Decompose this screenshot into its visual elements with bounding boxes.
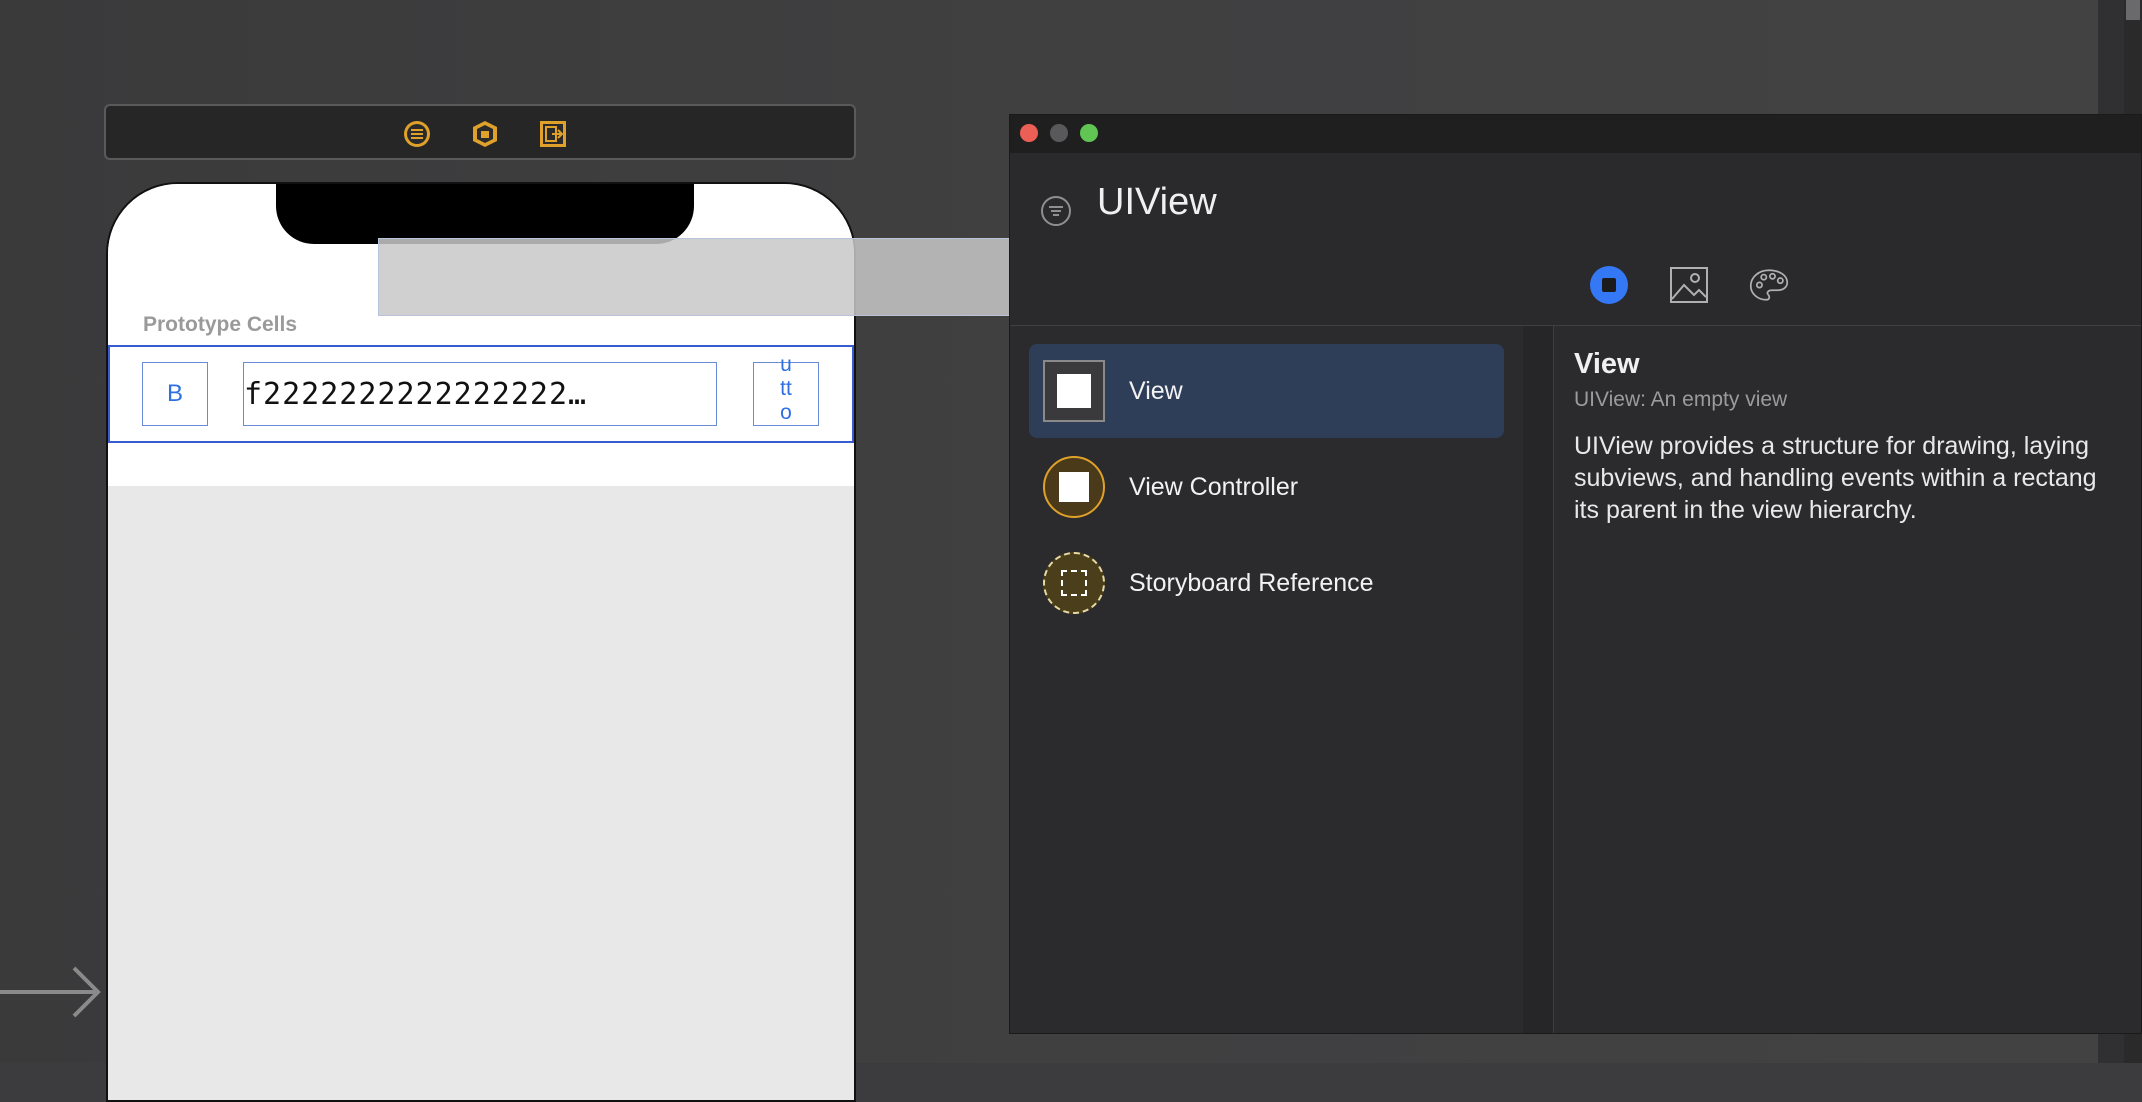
entry-point-arrow-icon[interactable] [0,960,104,1024]
view-controller-cube-icon[interactable] [468,117,502,151]
filter-icon[interactable] [1040,195,1072,227]
close-window-button[interactable] [1020,124,1038,142]
prototype-cells-label: Prototype Cells [143,313,298,336]
media-icon[interactable] [1669,265,1709,305]
list-item-label: Storyboard Reference [1129,568,1374,597]
detail-title: View [1574,348,1640,380]
library-search-field[interactable]: UIView [1097,181,1217,224]
library-detail-pane: View UIView: An empty view UIView provid… [1554,326,2141,1033]
library-search-header: UIView [1010,153,2141,246]
library-titlebar[interactable] [1010,115,2141,153]
detail-description-line: subviews, and handling events within a r… [1574,464,2097,492]
scene-dock [104,104,856,160]
cell-right-button-line: o [780,401,792,424]
detail-description-line: UIView provides a structure for drawing,… [1574,432,2090,460]
list-item-storyboard-reference[interactable]: Storyboard Reference [1029,536,1504,630]
zoom-window-button[interactable] [1080,124,1098,142]
cell-right-button-line: tt [780,377,792,400]
detail-description-line: its parent in the view hierarchy. [1574,496,1917,524]
view-square-icon [1043,360,1105,422]
cell-right-button-line: u [780,353,792,376]
library-split-divider[interactable] [1523,326,1554,1033]
cell-left-button[interactable]: B [142,362,208,426]
cell-text-label[interactable]: f2222222222222222… [243,362,717,426]
list-item-view-controller[interactable]: View Controller [1029,440,1504,534]
detail-description: UIView provides a structure for drawing,… [1574,430,2141,526]
storyboard-reference-icon [1043,552,1105,614]
objects-icon[interactable] [1589,265,1629,305]
first-responder-icon[interactable] [400,117,434,151]
cell-right-button[interactable]: u tt o [753,353,819,426]
view-controller-icon [1043,456,1105,518]
minimize-window-button[interactable] [1050,124,1068,142]
detail-subtitle: UIView: An empty view [1574,388,1788,411]
list-item-view[interactable]: View [1029,344,1504,438]
library-tabs [1010,245,2141,326]
colors-icon[interactable] [1749,265,1789,305]
exit-icon[interactable] [536,117,570,151]
notch [276,184,694,244]
list-item-label: View Controller [1129,472,1299,501]
list-item-label: View [1129,376,1183,405]
